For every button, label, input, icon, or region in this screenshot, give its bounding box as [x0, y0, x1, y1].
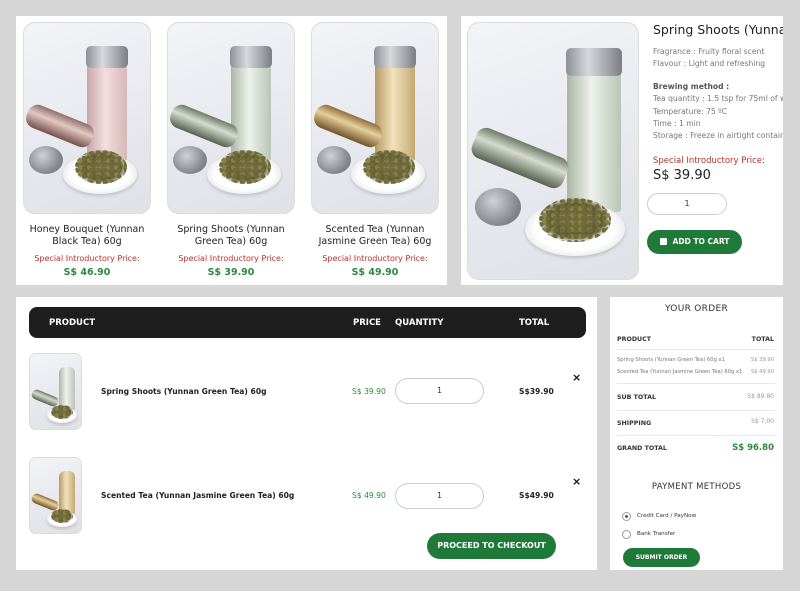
payment-label-bank-transfer[interactable]: Bank Transfer [637, 531, 675, 537]
product-price: S$ 49.90 [351, 267, 399, 278]
product-price: S$ 46.90 [63, 267, 111, 278]
remove-item-icon[interactable]: × [572, 475, 581, 488]
product-price: S$ 39.90 [207, 267, 255, 278]
product-name[interactable]: Scented Tea (Yunnan Jasmine Green Tea) 6… [316, 224, 434, 248]
brewing-heading: Brewing method : [653, 82, 730, 91]
col-quantity: QUANTITY [395, 318, 444, 328]
product-image-scented-tea[interactable] [311, 22, 439, 214]
col-price: PRICE [353, 318, 381, 328]
cart-quantity-input[interactable]: 1 [395, 483, 484, 509]
promo-label: Special Introductory Price: [178, 254, 284, 263]
cart-table-header: PRODUCT PRICE QUANTITY TOTAL [29, 307, 586, 338]
tea-quantity-text: Tea quantity : 1.5 tsp for 75ml of wate [653, 94, 783, 103]
payment-radio-credit-card[interactable] [622, 512, 631, 521]
order-item-name: Scented Tea (Yunnan Jasmine Green Tea) 6… [617, 369, 743, 375]
cart-item-thumbnail [29, 353, 82, 430]
payment-methods-title: PAYMENT METHODS [651, 482, 742, 492]
order-item-total: S$ 39.90 [750, 357, 774, 363]
order-title: YOUR ORDER [665, 304, 728, 314]
temperature-text: Temperature: 75 ºC [653, 107, 728, 116]
submit-order-button[interactable]: SUBMIT ORDER [623, 548, 700, 567]
product-name[interactable]: Spring Shoots (Yunnan Green Tea) 60g [172, 224, 290, 248]
add-to-cart-label: ADD TO CART [672, 237, 730, 246]
cart-item-total: S$39.90 [519, 387, 554, 396]
divider [617, 383, 775, 384]
time-text: Time : 1 min [653, 119, 701, 128]
quantity-input[interactable]: 1 [647, 193, 727, 215]
payment-radio-bank-transfer[interactable] [622, 530, 631, 539]
product-detail-image [467, 22, 639, 280]
cart-item-total: S$49.90 [519, 491, 554, 500]
cart-item-price: S$ 49.90 [352, 491, 386, 500]
order-item-total: S$ 49.90 [750, 369, 774, 375]
proceed-to-checkout-button[interactable]: PROCEED TO CHECKOUT [427, 533, 556, 559]
shipping-value: S$ 7.00 [751, 418, 774, 425]
divider [617, 349, 775, 350]
payment-label-credit-card[interactable]: Credit Card / PayNow [637, 513, 696, 519]
add-to-cart-button[interactable]: ADD TO CART [647, 230, 742, 254]
col-total: TOTAL [519, 318, 550, 328]
order-col-product: PRODUCT [617, 336, 652, 343]
order-col-total: TOTAL [751, 336, 774, 343]
cart-item-thumbnail [29, 457, 82, 534]
divider [617, 410, 775, 411]
promo-label: Special Introductory Price: [34, 254, 140, 263]
cart-item-name[interactable]: Scented Tea (Yunnan Jasmine Green Tea) 6… [101, 491, 294, 500]
subtotal-value: S$ 89.80 [747, 393, 774, 400]
cart-item-price: S$ 39.90 [352, 387, 386, 396]
grand-total-value: S$ 96.80 [732, 443, 774, 453]
shopping-bag-icon [659, 238, 667, 245]
product-price: S$ 39.90 [653, 168, 711, 183]
product-image-spring-shoots[interactable] [167, 22, 295, 214]
shipping-label: SHIPPING [617, 420, 652, 427]
product-name[interactable]: Honey Bouquet (Yunnan Black Tea) 60g [28, 224, 146, 248]
order-summary-panel: YOUR ORDER PRODUCT TOTAL Spring Shoots (… [610, 297, 783, 570]
product-image-honey-bouquet[interactable] [23, 22, 151, 214]
col-product: PRODUCT [49, 318, 95, 328]
cart-quantity-input[interactable]: 1 [395, 378, 484, 404]
cart-item-name[interactable]: Spring Shoots (Yunnan Green Tea) 60g [101, 387, 267, 396]
promo-label: Special Introductory Price: [322, 254, 428, 263]
product-detail-panel: Spring Shoots (Yunnan Fragrance : Fruity… [461, 16, 783, 285]
product-title: Spring Shoots (Yunnan [653, 22, 783, 37]
subtotal-label: SUB TOTAL [617, 394, 656, 401]
remove-item-icon[interactable]: × [572, 371, 581, 384]
cart-panel: PRODUCT PRICE QUANTITY TOTAL Spring Shoo… [16, 297, 597, 570]
product-grid-panel: Honey Bouquet (Yunnan Black Tea) 60g Spe… [16, 16, 447, 285]
grand-total-label: GRAND TOTAL [617, 445, 667, 452]
divider [617, 435, 775, 436]
promo-label: Special Introductory Price: [653, 156, 765, 166]
fragrance-text: Fragrance : Fruity floral scent [653, 47, 765, 56]
flavour-text: Flavour : Light and refreshing [653, 59, 766, 68]
order-item-name: Spring Shoots (Yunnan Green Tea) 60g x1 [617, 357, 725, 363]
storage-text: Storage : Freeze in airtight container [653, 131, 783, 140]
